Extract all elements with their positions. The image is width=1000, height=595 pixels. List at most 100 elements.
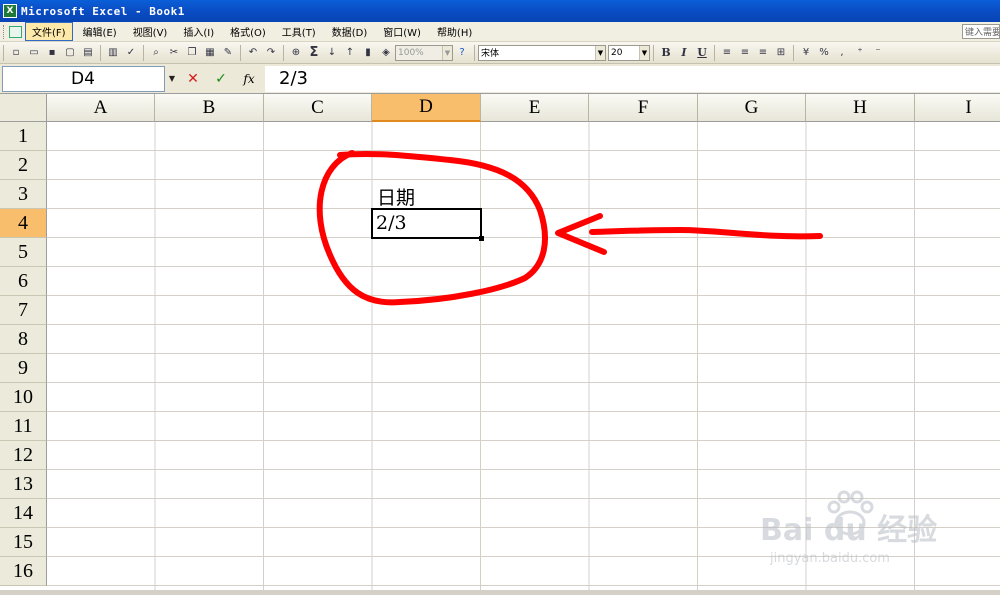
open-icon[interactable]: ▭ [26, 45, 42, 61]
name-box[interactable]: D4 [2, 65, 165, 92]
increase-decimal-icon[interactable]: ⁺ [852, 45, 868, 61]
toolbar-grip[interactable] [3, 44, 4, 61]
zoom-value: 100% [398, 47, 424, 58]
toolbar-separator [100, 44, 101, 61]
cancel-button[interactable]: ✕ [179, 66, 207, 92]
row-header-6[interactable]: 6 [0, 267, 47, 296]
row-header-7[interactable]: 7 [0, 296, 47, 325]
column-header-i[interactable]: I [915, 94, 1000, 122]
merge-center-icon[interactable]: ⊞ [773, 45, 789, 61]
menu-window[interactable]: 窗口(W) [377, 23, 427, 40]
cell-d3[interactable]: 日期 [377, 183, 415, 210]
row-header-8[interactable]: 8 [0, 325, 47, 354]
menu-view[interactable]: 视图(V) [127, 23, 174, 40]
row-header-14[interactable]: 14 [0, 499, 47, 528]
column-header-d[interactable]: D [372, 94, 481, 122]
italic-button[interactable]: I [676, 45, 692, 61]
row-header-12[interactable]: 12 [0, 441, 47, 470]
window-title: Microsoft Excel - Book1 [21, 4, 185, 18]
row-header-3[interactable]: 3 [0, 180, 47, 209]
row-header-16[interactable]: 16 [0, 557, 47, 586]
cell-d4[interactable]: 2/3 [376, 212, 407, 234]
hyperlink-icon[interactable]: ⊕ [288, 45, 304, 61]
row-header-4[interactable]: 4 [0, 209, 47, 238]
copy-icon[interactable]: ❐ [184, 45, 200, 61]
permission-icon[interactable]: ▢ [62, 45, 78, 61]
comma-style-icon[interactable]: , [834, 45, 850, 61]
toolbar-separator [143, 44, 144, 61]
row-header-9[interactable]: 9 [0, 354, 47, 383]
align-center-icon[interactable]: ≡ [737, 45, 753, 61]
menu-edit[interactable]: 编辑(E) [77, 23, 123, 40]
redo-icon[interactable]: ↷ [263, 45, 279, 61]
drawing-icon[interactable]: ◈ [378, 45, 394, 61]
menu-data[interactable]: 数据(D) [326, 23, 374, 40]
format-painter-icon[interactable]: ✎ [220, 45, 236, 61]
row-header-2[interactable]: 2 [0, 151, 47, 180]
formula-bar: D4 ▼ ✕ ✓ fx 2/3 [0, 64, 1000, 94]
excel-app-icon[interactable]: X [3, 4, 17, 18]
column-header-a[interactable]: A [47, 94, 155, 122]
percent-icon[interactable]: % [816, 45, 832, 61]
menu-help[interactable]: 帮助(H) [431, 23, 478, 40]
help-icon[interactable]: ? [454, 45, 470, 61]
column-header-e[interactable]: E [481, 94, 589, 122]
autosum-icon[interactable]: Σ [306, 45, 322, 61]
font-name-value: 宋体 [481, 49, 500, 59]
watermark-brand: Bai du 经验 [760, 513, 938, 548]
underline-button[interactable]: U [694, 45, 710, 61]
bold-button[interactable]: B [658, 45, 674, 61]
menu-insert[interactable]: 插入(I) [177, 23, 220, 40]
workbook-icon[interactable] [9, 25, 22, 38]
decrease-decimal-icon[interactable]: ⁻ [870, 45, 886, 61]
toolbar-separator [240, 44, 241, 61]
menu-grip[interactable] [3, 24, 7, 39]
zoom-select[interactable]: 100% ▼ [395, 44, 453, 61]
column-header-g[interactable]: G [698, 94, 806, 122]
menu-bar: 文件(F) 编辑(E) 视图(V) 插入(I) 格式(O) 工具(T) 数据(D… [0, 22, 1000, 42]
fill-handle[interactable] [479, 236, 484, 241]
print-preview-icon[interactable]: ▥ [105, 45, 121, 61]
title-bar: X Microsoft Excel - Book1 [0, 0, 1000, 22]
save-icon[interactable]: ▪ [44, 45, 60, 61]
paste-icon[interactable]: ▦ [202, 45, 218, 61]
align-right-icon[interactable]: ≡ [755, 45, 771, 61]
insert-function-button[interactable]: fx [235, 66, 263, 92]
chevron-down-icon[interactable]: ▼ [165, 66, 179, 92]
sheet-tab-bar[interactable] [0, 590, 1000, 595]
chevron-down-icon[interactable]: ▼ [595, 45, 605, 60]
column-header-f[interactable]: F [589, 94, 698, 122]
font-name-select[interactable]: 宋体 ▼ [478, 44, 606, 61]
row-header-1[interactable]: 1 [0, 122, 47, 151]
currency-icon[interactable]: ¥ [798, 45, 814, 61]
row-header-10[interactable]: 10 [0, 383, 47, 412]
research-icon[interactable]: ⌕ [148, 45, 164, 61]
enter-button[interactable]: ✓ [207, 66, 235, 92]
spelling-icon[interactable]: ✓ [123, 45, 139, 61]
undo-icon[interactable]: ↶ [245, 45, 261, 61]
align-left-icon[interactable]: ≡ [719, 45, 735, 61]
sort-ascending-icon[interactable]: ↓ [324, 45, 340, 61]
row-header-13[interactable]: 13 [0, 470, 47, 499]
new-icon[interactable]: ▫ [8, 45, 24, 61]
menu-file[interactable]: 文件(F) [25, 22, 73, 41]
cut-icon[interactable]: ✂ [166, 45, 182, 61]
column-header-c[interactable]: C [264, 94, 372, 122]
menu-format[interactable]: 格式(O) [224, 23, 272, 40]
row-header-11[interactable]: 11 [0, 412, 47, 441]
toolbar-separator [793, 44, 794, 61]
menu-tools[interactable]: 工具(T) [276, 23, 322, 40]
chart-wizard-icon[interactable]: ▮ [360, 45, 376, 61]
column-header-b[interactable]: B [155, 94, 264, 122]
font-size-select[interactable]: 20 ▼ [608, 44, 650, 61]
column-header-h[interactable]: H [806, 94, 915, 122]
select-all-corner[interactable] [0, 94, 47, 122]
row-header-5[interactable]: 5 [0, 238, 47, 267]
chevron-down-icon[interactable]: ▼ [639, 45, 649, 60]
sort-descending-icon[interactable]: ↑ [342, 45, 358, 61]
chevron-down-icon[interactable]: ▼ [442, 45, 452, 60]
formula-input[interactable]: 2/3 [265, 65, 1000, 92]
help-search-input[interactable]: 键入需要 [962, 24, 1000, 39]
print-icon[interactable]: ▤ [80, 45, 96, 61]
row-header-15[interactable]: 15 [0, 528, 47, 557]
